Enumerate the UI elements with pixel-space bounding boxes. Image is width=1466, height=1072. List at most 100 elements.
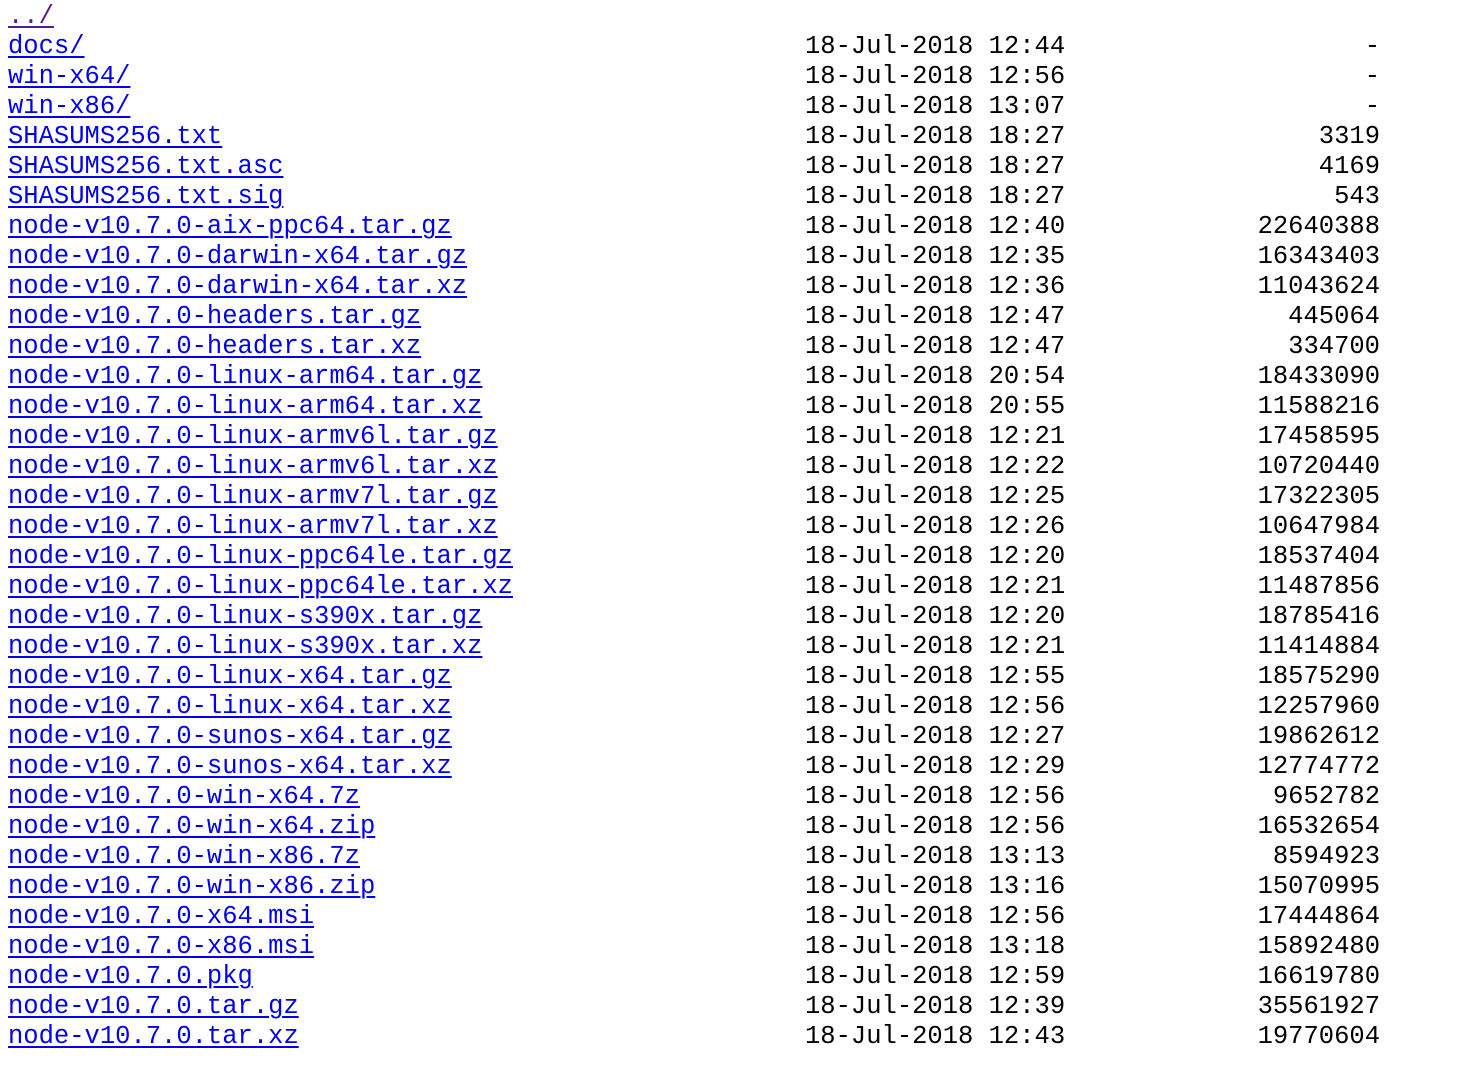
file-size: 16343403 xyxy=(1257,242,1380,271)
file-link[interactable]: SHASUMS256.txt xyxy=(8,122,222,151)
file-size: 19862612 xyxy=(1257,722,1380,751)
file-size: 12257960 xyxy=(1257,692,1380,721)
file-modified-date: 18-Jul-2018 18:27 xyxy=(805,182,1066,211)
file-link[interactable]: node-v10.7.0-linux-s390x.tar.gz xyxy=(8,602,482,631)
file-link[interactable]: docs/ xyxy=(8,32,85,61)
file-row: node-v10.7.0-headers.tar.xz 18-Jul-2018 1… xyxy=(8,332,1380,362)
file-link[interactable]: node-v10.7.0-headers.tar.gz xyxy=(8,302,421,331)
file-link[interactable]: node-v10.7.0-linux-armv6l.tar.gz xyxy=(8,422,498,451)
file-row: SHASUMS256.txt.asc 18-Jul-2018 18:27 4169 xyxy=(8,152,1380,182)
file-modified-date: 18-Jul-2018 12:55 xyxy=(805,662,1066,691)
file-link[interactable]: node-v10.7.0-aix-ppc64.tar.gz xyxy=(8,212,452,241)
file-link[interactable]: node-v10.7.0-linux-ppc64le.tar.gz xyxy=(8,542,513,571)
file-modified-date: 18-Jul-2018 12:56 xyxy=(805,62,1066,91)
file-link[interactable]: node-v10.7.0.tar.xz xyxy=(8,1022,299,1051)
file-modified-date: 18-Jul-2018 13:13 xyxy=(805,842,1066,871)
file-size: 18785416 xyxy=(1257,602,1380,631)
file-modified-date: 18-Jul-2018 12:29 xyxy=(805,752,1066,781)
file-link[interactable]: node-v10.7.0-linux-armv7l.tar.gz xyxy=(8,482,498,511)
file-modified-date: 18-Jul-2018 12:35 xyxy=(805,242,1066,271)
file-size: 445064 xyxy=(1288,302,1380,331)
file-link[interactable]: win-x86/ xyxy=(8,92,130,121)
file-row: node-v10.7.0-win-x86.7z 18-Jul-2018 13:13… xyxy=(8,842,1380,872)
file-link[interactable]: node-v10.7.0-linux-arm64.tar.gz xyxy=(8,362,482,391)
file-row: node-v10.7.0-win-x64.zip 18-Jul-2018 12:5… xyxy=(8,812,1380,842)
file-link[interactable]: node-v10.7.0-linux-armv6l.tar.xz xyxy=(8,452,498,481)
file-modified-date: 18-Jul-2018 12:20 xyxy=(805,542,1066,571)
file-modified-date: 18-Jul-2018 12:27 xyxy=(805,722,1066,751)
file-modified-date: 18-Jul-2018 12:47 xyxy=(805,302,1066,331)
file-link[interactable]: node-v10.7.0-linux-s390x.tar.xz xyxy=(8,632,482,661)
file-size: - xyxy=(1364,62,1380,91)
file-link[interactable]: node-v10.7.0-linux-ppc64le.tar.xz xyxy=(8,572,513,601)
file-row: node-v10.7.0-darwin-x64.tar.gz 18-Jul-201… xyxy=(8,242,1380,272)
file-rows: docs/18-Jul-2018 12:44- win-x64/18-Jul-20… xyxy=(8,32,1380,1052)
file-size: 22640388 xyxy=(1257,212,1380,241)
file-size: 18575290 xyxy=(1257,662,1380,691)
file-link[interactable]: node-v10.7.0.pkg xyxy=(8,962,253,991)
file-row: node-v10.7.0-linux-ppc64le.tar.gz 18-Jul-… xyxy=(8,542,1380,572)
file-link[interactable]: SHASUMS256.txt.sig xyxy=(8,182,283,211)
file-modified-date: 18-Jul-2018 12:25 xyxy=(805,482,1066,511)
file-size: 11588216 xyxy=(1257,392,1380,421)
file-row: node-v10.7.0-linux-arm64.tar.gz 18-Jul-20… xyxy=(8,362,1380,392)
file-modified-date: 18-Jul-2018 12:21 xyxy=(805,422,1066,451)
file-size: 17458595 xyxy=(1257,422,1380,451)
file-link[interactable]: node-v10.7.0-linux-x64.tar.gz xyxy=(8,662,452,691)
file-row: node-v10.7.0-linux-s390x.tar.xz 18-Jul-20… xyxy=(8,632,1380,662)
file-link[interactable]: node-v10.7.0-win-x64.7z xyxy=(8,782,360,811)
parent-directory-link[interactable]: ../ xyxy=(8,2,54,31)
file-link[interactable]: node-v10.7.0-darwin-x64.tar.xz xyxy=(8,272,467,301)
file-size: - xyxy=(1364,92,1380,121)
file-link[interactable]: node-v10.7.0-win-x86.zip xyxy=(8,872,375,901)
file-modified-date: 18-Jul-2018 12:21 xyxy=(805,572,1066,601)
file-modified-date: 18-Jul-2018 20:54 xyxy=(805,362,1066,391)
file-link[interactable]: win-x64/ xyxy=(8,62,130,91)
file-size: 11414884 xyxy=(1257,632,1380,661)
file-size: 18537404 xyxy=(1257,542,1380,571)
file-size: 334700 xyxy=(1288,332,1380,361)
file-size: 3319 xyxy=(1318,122,1380,151)
file-row: node-v10.7.0-linux-armv7l.tar.xz 18-Jul-2… xyxy=(8,512,1380,542)
file-row: node-v10.7.0.tar.gz 18-Jul-2018 12:39 3556… xyxy=(8,992,1380,1022)
file-size: 11043624 xyxy=(1257,272,1380,301)
file-size: 17444864 xyxy=(1257,902,1380,931)
file-row: win-x86/18-Jul-2018 13:07 - xyxy=(8,92,1380,122)
directory-listing: ../ docs/18-Jul-2018 12:44- win-x64/18-Ju… xyxy=(8,2,1380,1052)
parent-directory-row: ../ xyxy=(8,2,513,32)
file-row: win-x64/18-Jul-2018 12:56 - xyxy=(8,62,1380,92)
file-link[interactable]: node-v10.7.0-sunos-x64.tar.gz xyxy=(8,722,452,751)
file-modified-date: 18-Jul-2018 13:07 xyxy=(805,92,1066,121)
file-row: node-v10.7.0-win-x64.7z 18-Jul-2018 12:56… xyxy=(8,782,1380,812)
file-modified-date: 18-Jul-2018 20:55 xyxy=(805,392,1066,421)
file-modified-date: 18-Jul-2018 12:56 xyxy=(805,902,1066,931)
file-modified-date: 18-Jul-2018 12:40 xyxy=(805,212,1066,241)
file-row: node-v10.7.0-sunos-x64.tar.xz 18-Jul-2018… xyxy=(8,752,1380,782)
file-link[interactable]: SHASUMS256.txt.asc xyxy=(8,152,283,181)
file-link[interactable]: node-v10.7.0-win-x86.7z xyxy=(8,842,360,871)
file-link[interactable]: node-v10.7.0.tar.gz xyxy=(8,992,299,1021)
file-link[interactable]: node-v10.7.0-headers.tar.xz xyxy=(8,332,421,361)
file-link[interactable]: node-v10.7.0-x86.msi xyxy=(8,932,314,961)
file-link[interactable]: node-v10.7.0-linux-arm64.tar.xz xyxy=(8,392,482,421)
file-modified-date: 18-Jul-2018 12:56 xyxy=(805,782,1066,811)
file-link[interactable]: node-v10.7.0-x64.msi xyxy=(8,902,314,931)
file-size: 4169 xyxy=(1318,152,1380,181)
file-row: node-v10.7.0-linux-x64.tar.gz 18-Jul-2018… xyxy=(8,662,1380,692)
file-row: node-v10.7.0.pkg 18-Jul-2018 12:59 1661978… xyxy=(8,962,1380,992)
file-row: node-v10.7.0-linux-ppc64le.tar.xz 18-Jul-… xyxy=(8,572,1380,602)
file-link[interactable]: node-v10.7.0-linux-x64.tar.xz xyxy=(8,692,452,721)
file-size: - xyxy=(1364,32,1380,61)
file-row: node-v10.7.0-linux-armv6l.tar.gz 18-Jul-2… xyxy=(8,422,1380,452)
file-row: node-v10.7.0-x86.msi 18-Jul-2018 13:18 158… xyxy=(8,932,1380,962)
file-link[interactable]: node-v10.7.0-win-x64.zip xyxy=(8,812,375,841)
file-link[interactable]: node-v10.7.0-darwin-x64.tar.gz xyxy=(8,242,467,271)
file-size: 15070995 xyxy=(1257,872,1380,901)
file-link[interactable]: node-v10.7.0-sunos-x64.tar.xz xyxy=(8,752,452,781)
file-link[interactable]: node-v10.7.0-linux-armv7l.tar.xz xyxy=(8,512,498,541)
file-row: node-v10.7.0-x64.msi 18-Jul-2018 12:56 174… xyxy=(8,902,1380,932)
file-size: 19770604 xyxy=(1257,1022,1380,1051)
file-modified-date: 18-Jul-2018 12:21 xyxy=(805,632,1066,661)
file-size: 15892480 xyxy=(1257,932,1380,961)
file-size: 16532654 xyxy=(1257,812,1380,841)
